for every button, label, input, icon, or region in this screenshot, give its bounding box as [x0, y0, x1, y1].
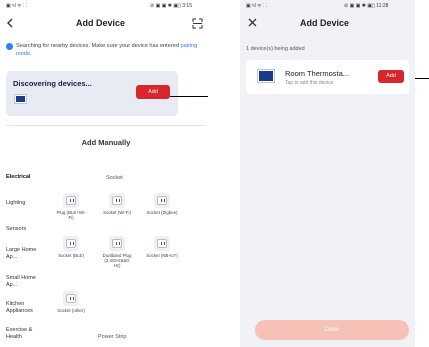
product-label: Socket (other) — [57, 308, 85, 313]
discovering-card: Discovering devices... Add — [6, 71, 178, 116]
product-plug-ble-wifi[interactable]: Plug (BLE+Wi-Fi) — [55, 193, 87, 220]
close-icon[interactable] — [248, 18, 257, 30]
category-electrical[interactable]: Electrical — [6, 174, 30, 181]
subhead-power-strip: Power Strip — [98, 334, 127, 340]
socket-icon — [66, 294, 76, 303]
status-bar-left: ▣ ᵗıl ᯤ ⸬ — [246, 3, 268, 9]
adding-count-label: 1 device(s) being added — [246, 46, 305, 52]
divider — [6, 125, 206, 126]
product-label: Socket (BLE) — [58, 253, 84, 258]
socket-icon — [157, 196, 167, 205]
done-button[interactable]: Done — [255, 320, 409, 340]
socket-icon — [66, 196, 76, 205]
category-sensors[interactable]: Sensors — [6, 226, 26, 233]
socket-icon — [157, 239, 167, 248]
product-socket-other[interactable]: Socket (other) — [55, 291, 87, 313]
status-bar-right: ⊘ ▣ ▣ ✱ ▣▯ 11:28 — [344, 3, 389, 9]
category-kitchen-appliances[interactable]: Kitchen Appliances — [6, 301, 48, 314]
product-label: Dualband Plug (2.4GHz&5G Hz) — [102, 253, 132, 268]
product-socket-ble[interactable]: Socket (BLE) — [55, 236, 87, 258]
product-label: Socket (NB-IoT) — [146, 253, 178, 258]
subhead-socket: Socket — [106, 175, 123, 181]
product-label: Socket (Zigbee) — [146, 210, 178, 215]
status-bar-left: ▣ ᵗıl ᯤ ⸬ — [6, 3, 28, 9]
discovering-title: Discovering devices... — [13, 79, 92, 88]
add-device-screen-right: ▣ ᵗıl ᯤ ⸬ ⊘ ▣ ▣ ✱ ▣▯ 11:28 Add Device 1 … — [240, 0, 415, 347]
category-small-home-appliances[interactable]: Small Home Ap... — [6, 275, 46, 288]
add-device-screen-left: ▣ ᵗıl ᯤ ⸬ ⊘ ▣ ▣ ✱ ▣▯ 3:15 Add Device Sea… — [0, 0, 212, 347]
device-subtitle: Tap to add this device — [285, 80, 334, 86]
info-icon — [6, 43, 13, 50]
back-arrow-icon[interactable] — [6, 18, 15, 31]
socket-icon — [112, 196, 122, 205]
product-label: Plug (BLE+Wi-Fi) — [56, 210, 86, 220]
category-exercise-health[interactable]: Exercise & Health — [6, 327, 46, 340]
discover-add-button[interactable]: Add — [136, 85, 170, 99]
category-lighting[interactable]: Lighting — [6, 200, 25, 207]
category-large-home-appliances[interactable]: Large Home Ap... — [6, 247, 46, 260]
info-text: Searching for nearby devices. Make sure … — [16, 43, 179, 49]
scan-icon[interactable] — [192, 18, 203, 32]
device-name: Room Thermosta... — [285, 69, 350, 78]
product-socket-nb-iot[interactable]: Socket (NB-IoT) — [146, 236, 178, 258]
socket-icon — [112, 239, 122, 248]
product-label: Socket (Wi-Fi) — [103, 210, 131, 215]
device-add-button[interactable]: Add — [378, 70, 404, 83]
page-title: Add Device — [76, 18, 126, 28]
page-title: Add Device — [300, 18, 350, 28]
add-manually-title: Add Manually — [81, 138, 131, 147]
product-socket-wifi[interactable]: Socket (Wi-Fi) — [101, 193, 133, 215]
product-socket-zigbee[interactable]: Socket (Zigbee) — [146, 193, 178, 215]
socket-icon — [66, 239, 76, 248]
annotation-pointer-left — [170, 96, 208, 97]
device-icon — [14, 94, 27, 104]
product-dualband-plug[interactable]: Dualband Plug (2.4GHz&5G Hz) — [101, 236, 133, 268]
device-card[interactable]: Room Thermosta... Tap to add this device… — [246, 60, 409, 94]
status-bar-right: ⊘ ▣ ▣ ✱ ▣▯ 3:15 — [150, 3, 192, 9]
thermostat-icon — [257, 69, 275, 83]
